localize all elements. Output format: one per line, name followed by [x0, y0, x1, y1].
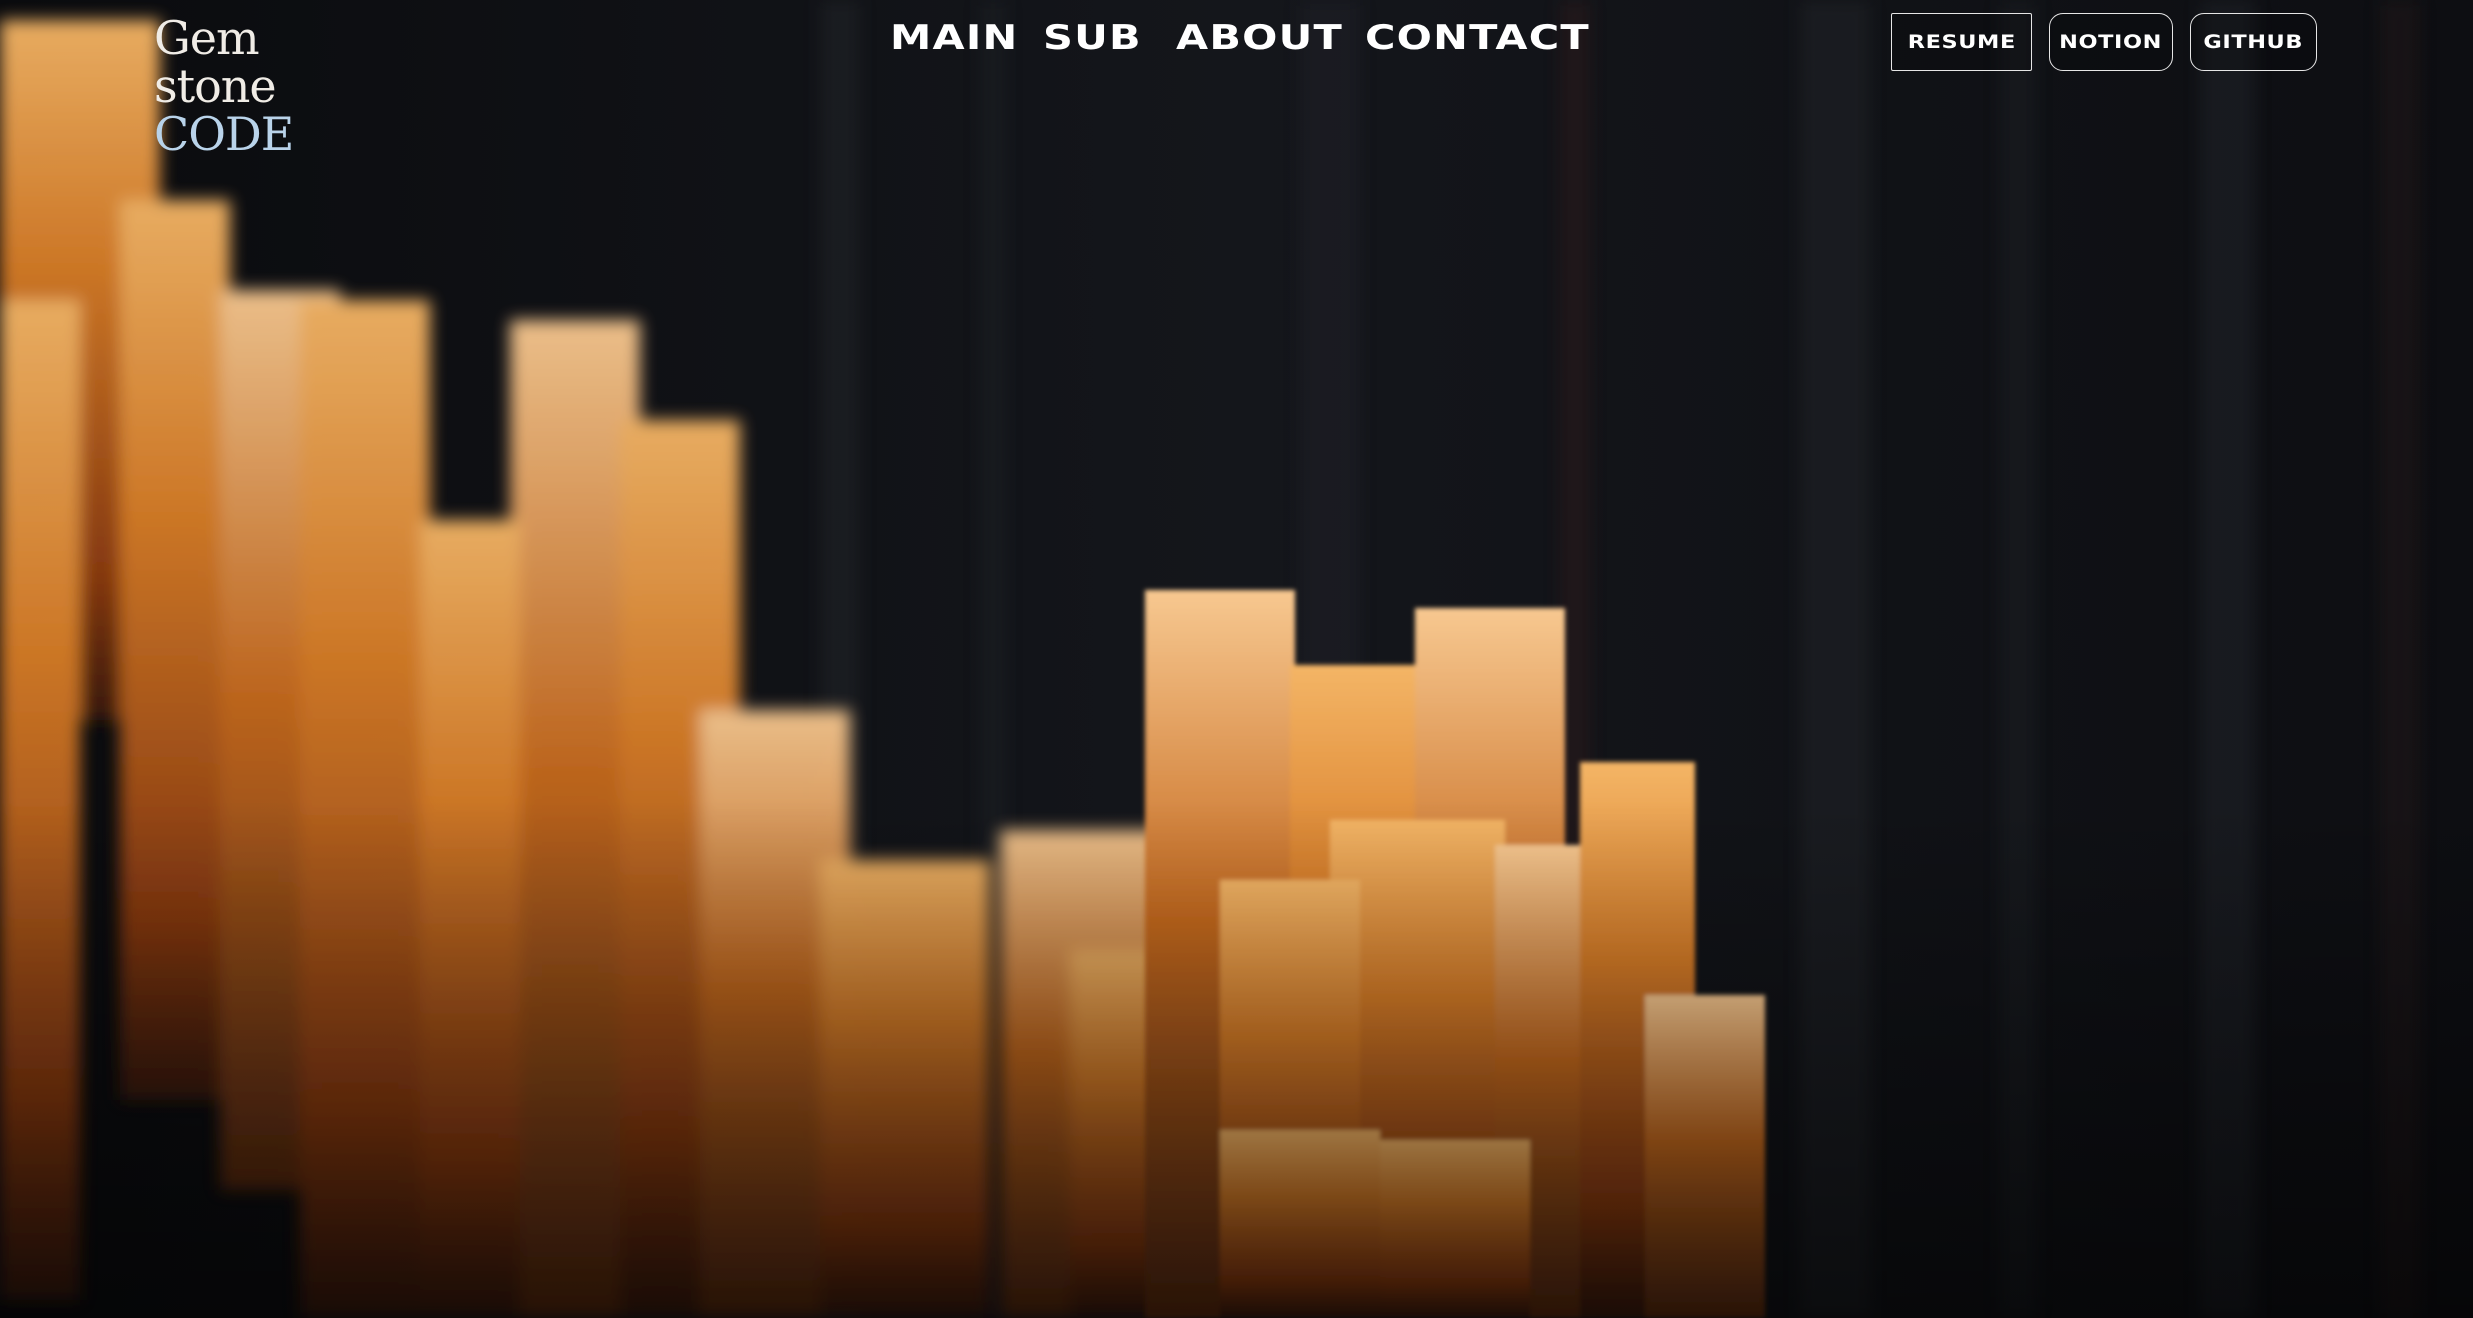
notion-label: NOTION — [2059, 31, 2163, 53]
header-actions: RESUME NOTION GITHUB — [1891, 13, 2317, 71]
github-label: GITHUB — [2203, 31, 2304, 53]
brand-logo[interactable]: Gem stone CODE — [154, 11, 294, 161]
github-button[interactable]: GITHUB — [2190, 13, 2317, 71]
nav-sub[interactable]: SUB — [1043, 18, 1142, 58]
brand-line-1: Gem — [154, 11, 260, 65]
main-nav: MAIN SUB ABOUT CONTACT — [890, 18, 1589, 58]
resume-label: RESUME — [1907, 31, 2016, 53]
brand-line-3: CODE — [154, 107, 294, 161]
nav-about[interactable]: ABOUT — [1176, 18, 1343, 58]
resume-button[interactable]: RESUME — [1891, 13, 2032, 71]
hero-background-image — [0, 0, 2473, 1318]
nav-contact[interactable]: CONTACT — [1365, 18, 1590, 58]
brand-line-2: stone — [154, 59, 277, 113]
notion-button[interactable]: NOTION — [2049, 13, 2173, 71]
nav-main[interactable]: MAIN — [890, 18, 1018, 58]
